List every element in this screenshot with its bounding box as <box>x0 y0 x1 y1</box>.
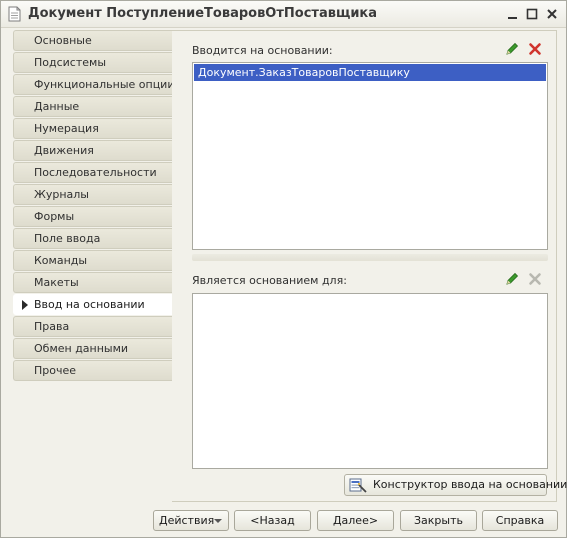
edit-pencil-icon[interactable] <box>504 41 520 57</box>
tab-label: Подсистемы <box>34 56 107 69</box>
tab-posledovatelnosti[interactable]: Последовательности <box>13 162 173 183</box>
tab-komandy[interactable]: Команды <box>13 250 173 271</box>
tab-podsistemy[interactable]: Подсистемы <box>13 52 173 73</box>
close-label: Закрыть <box>414 514 463 527</box>
tab-dvizheniya[interactable]: Движения <box>13 140 173 161</box>
tab-prochee[interactable]: Прочее <box>13 360 173 381</box>
splitter[interactable] <box>192 254 548 261</box>
tab-label: Основные <box>34 34 92 47</box>
actions-label: Действия <box>159 514 215 527</box>
tab-label: Поле ввода <box>34 232 101 245</box>
tab-formy[interactable]: Формы <box>13 206 173 227</box>
document-editor-window: Документ ПоступлениеТоваровОтПоставщика … <box>0 0 567 538</box>
next-button[interactable]: Далее> <box>317 510 394 531</box>
next-label: Далее> <box>332 514 379 527</box>
tab-obmen-dannymi[interactable]: Обмен данными <box>13 338 173 359</box>
tab-label: Формы <box>34 210 75 223</box>
tab-label: Макеты <box>34 276 79 289</box>
tab-label: Журналы <box>34 188 89 201</box>
document-icon <box>8 6 21 22</box>
tab-label: Обмен данными <box>34 342 129 355</box>
tab-label: Ввод на основании <box>34 298 145 311</box>
tab-label: Права <box>34 320 70 333</box>
input-basis-constructor-button[interactable]: Конструктор ввода на основании <box>344 474 567 496</box>
constructor-button-label: Конструктор ввода на основании <box>373 478 567 491</box>
tab-label: Последовательности <box>34 166 157 179</box>
tab-label: Функциональные опции <box>34 78 173 91</box>
constructor-wizard-icon <box>349 477 367 500</box>
close-button[interactable]: Закрыть <box>400 510 477 531</box>
minimize-icon[interactable] <box>504 5 522 23</box>
tab-label: Движения <box>34 144 94 157</box>
close-icon[interactable] <box>543 5 561 23</box>
list-item[interactable]: Документ.ЗаказТоваровПоставщику <box>194 64 546 81</box>
tab-makety[interactable]: Макеты <box>13 272 173 293</box>
maximize-icon[interactable] <box>523 5 541 23</box>
delete-x-icon[interactable] <box>527 41 543 57</box>
tab-label: Прочее <box>34 364 77 377</box>
tab-zhurnaly[interactable]: Журналы <box>13 184 173 205</box>
basis-for-label: Является основанием для: <box>192 274 347 287</box>
active-tab-arrow-icon <box>22 300 28 310</box>
tab-label: Нумерация <box>34 122 99 135</box>
tab-pole-vvoda[interactable]: Поле ввода <box>13 228 173 249</box>
tab-label: Данные <box>34 100 80 113</box>
actions-menu-button[interactable]: Действия <box>153 510 229 531</box>
tab-numeratsiya[interactable]: Нумерация <box>13 118 173 139</box>
chevron-down-icon <box>214 519 222 523</box>
based-on-list[interactable]: Документ.ЗаказТоваровПоставщику <box>192 62 548 250</box>
window-title: Документ ПоступлениеТоваровОтПоставщика <box>28 6 378 21</box>
tab-label: Команды <box>34 254 88 267</box>
delete-x-icon <box>527 271 543 287</box>
tab-osnovnye[interactable]: Основные <box>13 30 173 51</box>
help-button[interactable]: Справка <box>482 510 558 531</box>
help-label: Справка <box>495 514 545 527</box>
basis-for-list[interactable] <box>192 293 548 469</box>
back-label: <Назад <box>250 514 295 527</box>
edit-pencil-icon[interactable] <box>504 271 520 287</box>
back-button[interactable]: <Назад <box>234 510 311 531</box>
tab-prava[interactable]: Права <box>13 316 173 337</box>
section-tabs: Основные Подсистемы Функциональные опции… <box>13 30 173 382</box>
tab-dannye[interactable]: Данные <box>13 96 173 117</box>
tab-vvod-na-osnovanii[interactable]: Ввод на основании <box>13 294 173 315</box>
based-on-label: Вводится на основании: <box>192 44 333 57</box>
tab-funktsionalnye-optsii[interactable]: Функциональные опции <box>13 74 173 95</box>
title-bar: Документ ПоступлениеТоваровОтПоставщика <box>1 1 566 28</box>
